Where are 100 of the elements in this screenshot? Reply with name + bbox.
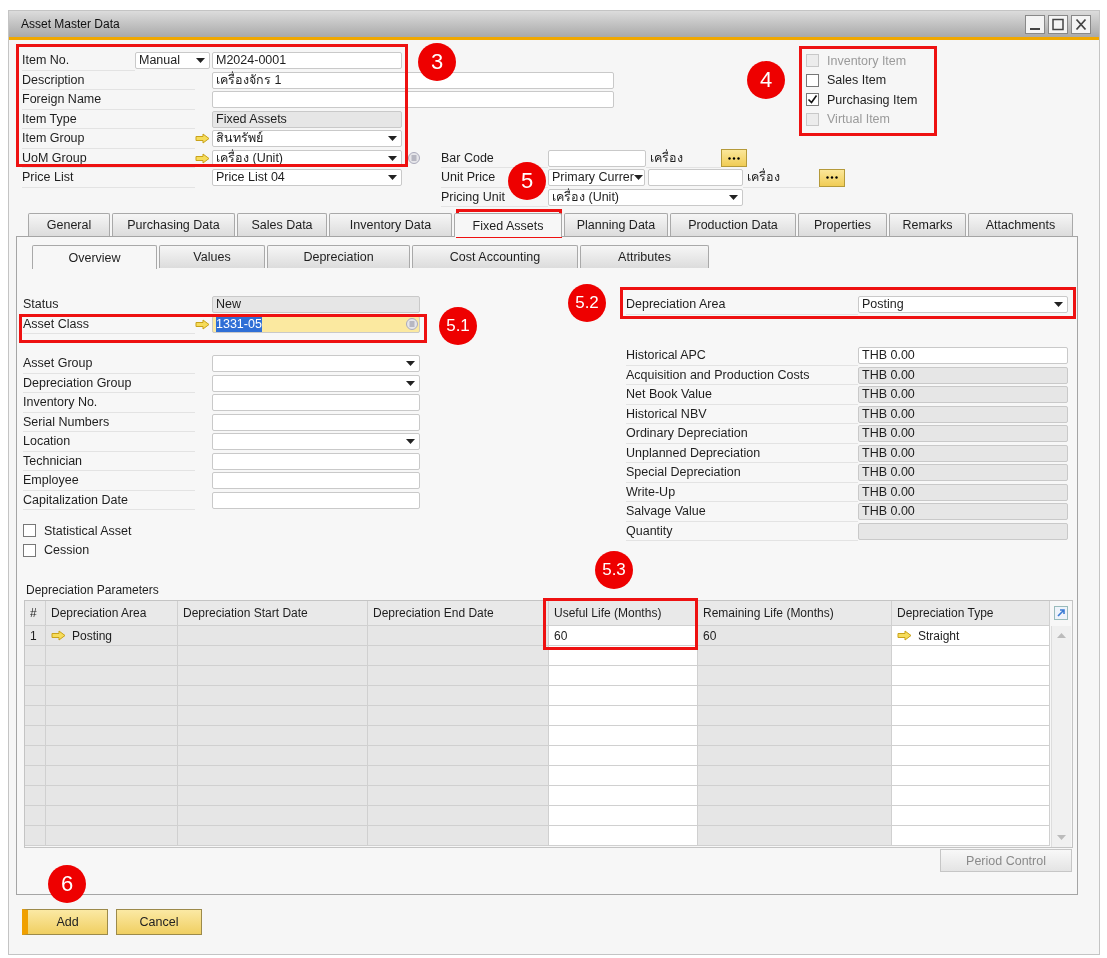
text-field[interactable] xyxy=(212,394,420,412)
tab[interactable]: Fixed Assets xyxy=(454,213,562,237)
field-label: Unplanned Depreciation xyxy=(626,443,858,463)
amount-field: THB 0.00 xyxy=(858,405,1068,423)
link-arrow-icon[interactable] xyxy=(195,152,210,164)
checkbox[interactable] xyxy=(806,93,819,107)
amount-field[interactable]: THB 0.00 xyxy=(858,347,1068,365)
close-icon[interactable] xyxy=(1071,14,1091,34)
checkbox-label: Virtual Item xyxy=(827,112,890,127)
list-icon[interactable] xyxy=(406,318,418,331)
section-title: Depreciation Parameters xyxy=(26,583,160,598)
table-cell: Posting xyxy=(46,626,178,646)
text-field[interactable] xyxy=(548,149,646,167)
ellipsis-icon xyxy=(728,156,740,160)
link-arrow-icon[interactable] xyxy=(195,318,210,330)
tab[interactable]: Attachments xyxy=(968,213,1073,236)
dropdown[interactable]: Manual xyxy=(135,52,210,70)
field-label: Employee xyxy=(23,471,195,491)
tab[interactable]: Values xyxy=(159,245,265,268)
link-arrow-icon[interactable] xyxy=(195,133,210,145)
checkbox-label: Purchasing Item xyxy=(827,92,918,107)
amount-field: THB 0.00 xyxy=(858,425,1068,443)
list-icon[interactable] xyxy=(408,152,420,165)
tab[interactable]: Sales Data xyxy=(237,213,327,236)
field-label: Net Book Value xyxy=(626,385,858,405)
field-label: Historical APC xyxy=(626,346,858,366)
tab[interactable]: Planning Data xyxy=(564,213,668,236)
checkbox-label: Inventory Item xyxy=(827,53,907,68)
field-label: Technician xyxy=(23,451,195,471)
tab[interactable]: Attributes xyxy=(580,245,709,268)
table-cell: 1 xyxy=(25,626,46,646)
amount-field: THB 0.00 xyxy=(858,444,1068,462)
dropdown[interactable]: สินทรัพย์ xyxy=(212,130,402,148)
amount-field: THB 0.00 xyxy=(858,464,1068,482)
field-label: Special Depreciation xyxy=(626,463,858,483)
checkbox[interactable] xyxy=(23,524,36,538)
tab[interactable]: Production Data xyxy=(670,213,796,236)
tab[interactable]: Remarks xyxy=(889,213,966,236)
link-arrow-icon[interactable] xyxy=(51,630,66,641)
tab[interactable]: Overview xyxy=(32,245,157,269)
more-button[interactable] xyxy=(721,149,747,168)
action-button[interactable]: Cancel xyxy=(116,909,202,935)
scroll-up-icon[interactable] xyxy=(1057,633,1066,638)
field-label: Price List xyxy=(22,168,195,188)
minimize-icon[interactable] xyxy=(1025,14,1045,34)
field-label: Serial Numbers xyxy=(23,412,195,432)
amount-field: THB 0.00 xyxy=(858,483,1068,501)
field-label: Location xyxy=(23,432,195,452)
checkbox[interactable] xyxy=(23,543,36,557)
tab[interactable]: General xyxy=(28,213,110,236)
field-label: Quantity xyxy=(626,521,858,541)
field-label: Depreciation Group xyxy=(23,373,195,393)
field-label: Depreciation Area xyxy=(626,295,858,315)
tab[interactable]: Inventory Data xyxy=(329,213,452,236)
maximize-icon[interactable] xyxy=(1048,14,1068,34)
text-field[interactable] xyxy=(212,491,420,509)
tab[interactable]: Cost Accounting xyxy=(412,245,578,268)
amount-field: THB 0.00 xyxy=(858,366,1068,384)
field-label: Description xyxy=(22,70,195,90)
text-field[interactable]: เครื่องจักร 1 xyxy=(212,71,614,89)
text-field[interactable] xyxy=(212,91,614,109)
column-header: Depreciation End Date xyxy=(368,601,549,626)
dropdown[interactable]: Primary Currer xyxy=(548,169,645,187)
field-label: Salvage Value xyxy=(626,502,858,522)
text-field[interactable] xyxy=(212,472,420,490)
table-cell: 60 xyxy=(698,626,892,646)
caret-icon xyxy=(388,175,397,181)
field-label: Asset Class xyxy=(23,314,195,334)
text-field[interactable] xyxy=(648,169,743,187)
text-field[interactable]: M2024-0001 xyxy=(212,52,402,70)
column-header: Depreciation Start Date xyxy=(178,601,368,626)
amount-field: THB 0.00 xyxy=(858,503,1068,521)
checkbox[interactable] xyxy=(806,73,819,87)
field-label: Inventory No. xyxy=(23,393,195,413)
field-label: Item Group xyxy=(22,129,195,149)
checkbox-label: Statistical Asset xyxy=(44,523,132,538)
scroll-down-icon[interactable] xyxy=(1057,835,1066,840)
tab[interactable]: Depreciation xyxy=(267,245,410,268)
dropdown[interactable]: Posting xyxy=(858,296,1068,314)
dropdown[interactable]: เครื่อง (Unit) xyxy=(548,188,743,206)
dropdown[interactable] xyxy=(212,355,420,373)
caret-icon xyxy=(406,361,415,367)
tab[interactable]: Properties xyxy=(798,213,887,236)
field-label: Foreign Name xyxy=(22,90,195,110)
field-label: UoM Group xyxy=(22,148,195,168)
link-arrow-icon[interactable] xyxy=(897,630,912,641)
field-label: Capitalization Date xyxy=(23,490,195,510)
tab[interactable]: Purchasing Data xyxy=(112,213,235,236)
dropdown[interactable] xyxy=(212,374,420,392)
text-field[interactable] xyxy=(212,413,420,431)
dropdown[interactable]: Price List 04 xyxy=(212,169,402,187)
action-button[interactable]: Add xyxy=(22,909,108,935)
expand-icon[interactable] xyxy=(1054,606,1068,620)
text-field[interactable] xyxy=(212,452,420,470)
window-title: Asset Master Data xyxy=(21,17,120,31)
scrollbar[interactable] xyxy=(1051,626,1071,847)
more-button[interactable] xyxy=(819,168,845,187)
dropdown[interactable] xyxy=(212,433,420,451)
caret-icon xyxy=(1054,302,1063,308)
caret-icon xyxy=(406,380,415,386)
